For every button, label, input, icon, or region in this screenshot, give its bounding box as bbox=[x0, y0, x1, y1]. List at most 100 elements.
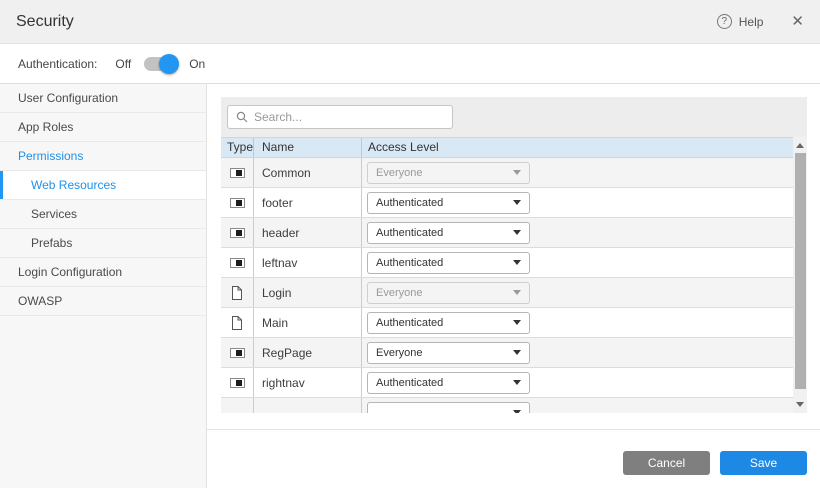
type-cell bbox=[221, 338, 254, 367]
partial-icon bbox=[230, 258, 245, 268]
partial-icon bbox=[230, 228, 245, 238]
partial-icon bbox=[230, 348, 245, 358]
cancel-button[interactable]: Cancel bbox=[623, 451, 710, 475]
help-label: Help bbox=[739, 15, 764, 29]
selected-indicator bbox=[0, 171, 3, 199]
partial-icon-fill bbox=[236, 380, 242, 386]
toggle-knob bbox=[159, 54, 179, 74]
caret-down-icon bbox=[513, 350, 521, 355]
access-level-select[interactable]: Authenticated bbox=[367, 252, 530, 274]
sidebar-item-services[interactable]: Services bbox=[0, 200, 206, 229]
access-cell: Everyone bbox=[362, 278, 793, 307]
table-row: MainAuthenticated bbox=[221, 308, 793, 338]
sidebar-item-label: Login Configuration bbox=[18, 265, 122, 279]
caret-down-icon bbox=[513, 320, 521, 325]
type-cell bbox=[221, 158, 254, 187]
access-cell: Authenticated bbox=[362, 308, 793, 337]
table-header-row: Type Name Access Level bbox=[221, 137, 793, 158]
access-cell: Authenticated bbox=[362, 368, 793, 397]
column-header-access-level: Access Level bbox=[362, 138, 793, 157]
sidebar-item-app-roles[interactable]: App Roles bbox=[0, 113, 206, 142]
save-button[interactable]: Save bbox=[720, 451, 807, 475]
close-icon[interactable]: ✕ bbox=[791, 14, 804, 29]
partial-icon-fill bbox=[236, 230, 242, 236]
caret-down-icon bbox=[513, 410, 521, 413]
partial-icon-fill bbox=[236, 350, 242, 356]
name-cell bbox=[254, 398, 362, 413]
type-cell bbox=[221, 368, 254, 397]
name-cell: Common bbox=[254, 158, 362, 187]
table-row: footer Authenticated bbox=[221, 188, 793, 218]
access-level-value: Authenticated bbox=[376, 197, 513, 209]
scroll-down-icon[interactable] bbox=[796, 402, 804, 407]
name-cell: rightnav bbox=[254, 368, 362, 397]
access-level-select: Everyone bbox=[367, 282, 530, 304]
footer-divider bbox=[207, 429, 820, 430]
type-cell bbox=[221, 278, 254, 307]
footer-actions: Cancel Save bbox=[207, 451, 807, 475]
table-row: Login Everyone bbox=[221, 278, 793, 308]
caret-down-icon bbox=[513, 380, 521, 385]
caret-down-icon bbox=[513, 170, 521, 175]
access-level-select[interactable]: Authenticated bbox=[367, 372, 530, 394]
sidebar-item-owasp[interactable]: OWASP bbox=[0, 287, 206, 316]
table-row: headerAuthenticated bbox=[221, 218, 793, 248]
partial-icon-fill bbox=[236, 260, 242, 266]
scroll-up-icon[interactable] bbox=[796, 143, 804, 148]
sidebar-item-login-configuration[interactable]: Login Configuration bbox=[0, 258, 206, 287]
access-cell: Authenticated bbox=[362, 218, 793, 247]
access-level-select[interactable] bbox=[367, 402, 530, 414]
access-level-value: Authenticated bbox=[376, 377, 513, 389]
question-circle-icon: ? bbox=[717, 14, 732, 29]
authentication-toggle[interactable] bbox=[144, 57, 176, 71]
caret-down-icon bbox=[513, 290, 521, 295]
table-row: rightnav Authenticated bbox=[221, 368, 793, 398]
access-level-value: Authenticated bbox=[376, 257, 513, 269]
access-level-select[interactable]: Authenticated bbox=[367, 312, 530, 334]
authentication-row: Authentication: Off On bbox=[0, 44, 820, 84]
sidebar-item-label: User Configuration bbox=[18, 91, 118, 105]
partial-icon bbox=[230, 168, 245, 178]
search-input[interactable] bbox=[254, 110, 444, 124]
sidebar: User Configuration App Roles Permissions We… bbox=[0, 84, 207, 488]
column-header-name: Name bbox=[254, 138, 362, 157]
name-cell: Login bbox=[254, 278, 362, 307]
toggle-on-label: On bbox=[189, 57, 205, 71]
scrollbar-thumb[interactable] bbox=[795, 153, 806, 389]
caret-down-icon bbox=[513, 260, 521, 265]
search-icon bbox=[236, 111, 248, 123]
type-cell bbox=[221, 398, 254, 413]
sidebar-item-label: Prefabs bbox=[31, 236, 72, 250]
table-row: RegPageEveryone bbox=[221, 338, 793, 368]
access-level-select[interactable]: Authenticated bbox=[367, 222, 530, 244]
name-cell: footer bbox=[254, 188, 362, 217]
access-level-value: Everyone bbox=[376, 287, 513, 299]
sidebar-item-user-configuration[interactable]: User Configuration bbox=[0, 84, 206, 113]
sidebar-item-label: Web Resources bbox=[31, 178, 116, 192]
search-box[interactable] bbox=[227, 105, 453, 129]
access-cell: Authenticated bbox=[362, 248, 793, 277]
page-icon bbox=[231, 286, 243, 300]
table-scroll-region: Type Name Access Level CommonEveryonefoo… bbox=[221, 137, 807, 413]
partial-icon-fill bbox=[236, 200, 242, 206]
sidebar-item-permissions[interactable]: Permissions bbox=[0, 142, 206, 171]
access-level-select[interactable]: Authenticated bbox=[367, 192, 530, 214]
help-button[interactable]: ? Help bbox=[717, 14, 764, 29]
access-level-value: Authenticated bbox=[376, 317, 513, 329]
sidebar-item-label: Services bbox=[31, 207, 77, 221]
sidebar-item-label: Permissions bbox=[18, 149, 83, 163]
access-cell: Everyone bbox=[362, 338, 793, 367]
partial-icon bbox=[230, 378, 245, 388]
name-cell: header bbox=[254, 218, 362, 247]
access-level-value: Everyone bbox=[376, 347, 513, 359]
main-content: Type Name Access Level CommonEveryonefoo… bbox=[207, 84, 820, 488]
sidebar-item-prefabs[interactable]: Prefabs bbox=[0, 229, 206, 258]
type-cell bbox=[221, 248, 254, 277]
partial-icon-fill bbox=[236, 170, 242, 176]
sidebar-item-web-resources[interactable]: Web Resources bbox=[0, 171, 206, 200]
type-cell bbox=[221, 188, 254, 217]
vertical-scrollbar[interactable] bbox=[793, 137, 807, 413]
access-level-select: Everyone bbox=[367, 162, 530, 184]
access-level-select[interactable]: Everyone bbox=[367, 342, 530, 364]
toggle-off-label: Off bbox=[115, 57, 131, 71]
